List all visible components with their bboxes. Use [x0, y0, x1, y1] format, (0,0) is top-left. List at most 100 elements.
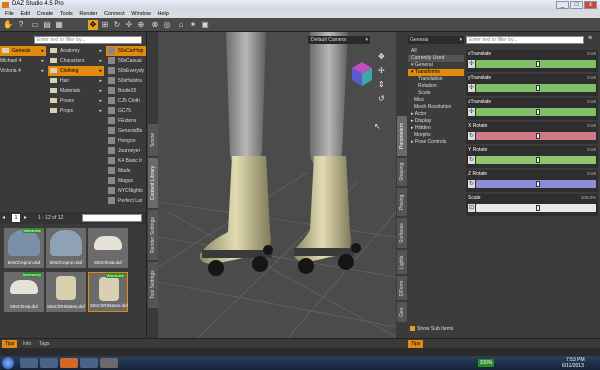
tab-render-settings[interactable]: Render Settings — [148, 210, 158, 260]
group-item[interactable]: Mesh Resolution — [408, 104, 464, 111]
open-icon[interactable]: ▤ — [42, 20, 52, 30]
tab-dform[interactable]: DForm — [397, 276, 407, 300]
rotate-tool-icon[interactable]: ↻ — [112, 20, 122, 30]
hand-tool-icon[interactable]: ✋ — [3, 20, 13, 30]
thumb-1[interactable]: 50sChApron.duf — [46, 228, 86, 268]
list-item[interactable]: Victoria 4 ▸ — [0, 66, 46, 76]
thumb-4[interactable]: 50sChRSkates.duf — [46, 272, 86, 312]
taskbar-explorer-icon[interactable] — [40, 358, 58, 368]
group-item[interactable]: ▸ Hidden — [408, 125, 464, 132]
checkbox-icon[interactable] — [410, 326, 415, 332]
slider-knob[interactable] — [536, 85, 540, 91]
slider-knob[interactable] — [536, 61, 540, 67]
group-item[interactable]: ▾ General — [408, 62, 464, 69]
group-item[interactable]: All — [408, 48, 464, 55]
zoom-indicator[interactable]: 100% — [478, 359, 494, 367]
list-item[interactable]: Characters ▸ — [48, 56, 104, 66]
tab-tips[interactable]: Tips — [2, 340, 18, 348]
taskbar-ie-icon[interactable] — [20, 358, 38, 368]
taskbar-firefox-icon[interactable] — [60, 358, 78, 368]
node-select[interactable]: Genesis ▾ — [408, 36, 464, 44]
group-item[interactable]: Morphs — [408, 132, 464, 139]
slider-knob[interactable] — [536, 133, 540, 139]
taskbar-daz-icon[interactable] — [100, 358, 118, 368]
slider-knob[interactable] — [536, 181, 540, 187]
help-icon[interactable]: ? — [16, 20, 26, 30]
tab-info[interactable]: Info — [20, 340, 34, 348]
tab-parameters[interactable]: Parameters — [397, 116, 407, 156]
zoom-icon[interactable]: ⇕ — [378, 80, 385, 89]
menu-create[interactable]: Create — [37, 10, 54, 18]
slider[interactable] — [476, 84, 596, 92]
save-icon[interactable]: ▦ — [54, 20, 64, 30]
slider[interactable] — [476, 132, 596, 140]
list-item[interactable]: Journeyer — [106, 146, 146, 156]
page-next-icon[interactable]: ▸ — [24, 214, 27, 221]
list-item[interactable]: Hongoo — [106, 136, 146, 146]
list-item[interactable]: Magus — [106, 176, 146, 186]
slider[interactable] — [476, 60, 596, 68]
list-item[interactable]: FExtens — [106, 116, 146, 126]
list-item[interactable]: Made — [106, 166, 146, 176]
menu-render[interactable]: Render — [79, 10, 97, 18]
content-search-input[interactable]: Enter text to filter by... — [34, 36, 142, 44]
camera-select[interactable]: Default Camera ▾ — [308, 36, 370, 44]
list-item[interactable]: Poses ▸ — [48, 96, 104, 106]
maximize-button[interactable]: □ — [570, 1, 583, 9]
group-item[interactable]: ▸ Pose Controls — [408, 139, 464, 146]
group-item[interactable]: Currently Used — [408, 55, 464, 62]
tab-content-library[interactable]: Content Library — [148, 158, 158, 208]
slider[interactable] — [476, 156, 596, 164]
universal-tool-icon[interactable]: ✥ — [88, 20, 98, 30]
tab-surfaces[interactable]: Surfaces — [397, 218, 407, 248]
viewport[interactable]: Default Camera ▾ ✥ ✢ ⇕ ↺ ↖ — [158, 32, 396, 338]
tab-scene[interactable]: Scene — [148, 124, 158, 156]
group-item[interactable]: Rotation — [408, 83, 464, 90]
tab-tool-settings[interactable]: Tool Settings — [148, 262, 158, 308]
group-item[interactable]: ▸ Display — [408, 118, 464, 125]
list-item[interactable]: Michael 4 ▸ — [0, 56, 46, 66]
joint-editor-icon[interactable]: ⊗ — [150, 20, 160, 30]
start-button-icon[interactable] — [2, 357, 14, 369]
list-item[interactable]: Clothing ▸ — [48, 66, 104, 76]
group-item[interactable]: ▾ Transforms — [408, 69, 464, 76]
tab-lights[interactable]: Lights — [397, 250, 407, 274]
taskbar-app-icon[interactable] — [80, 358, 98, 368]
thumb-5[interactable]: 50sChRSkates.duf Wardrobe — [88, 272, 128, 312]
menu-edit[interactable]: Edit — [21, 10, 30, 18]
list-item[interactable]: Bodie25 — [106, 86, 146, 96]
list-item[interactable]: GenesisBs — [106, 126, 146, 136]
group-item[interactable]: Misc — [408, 97, 464, 104]
tab-shaping[interactable]: Shaping — [397, 158, 407, 186]
slider-knob[interactable] — [536, 157, 540, 163]
list-item[interactable]: Props ▸ — [48, 106, 104, 116]
list-item[interactable]: CJ5 Cloth — [106, 96, 146, 106]
render-icon[interactable]: ▣ — [200, 20, 210, 30]
thumb-3[interactable]: 50sChHat.duf Accessory — [4, 272, 44, 312]
show-sub-items[interactable]: Show Sub Items — [410, 326, 453, 332]
list-item[interactable]: 50sEverydy — [106, 66, 146, 76]
parameters-search-input[interactable]: Enter text to filter by... — [466, 36, 584, 44]
pane-menu-icon[interactable]: ≡ — [588, 35, 592, 42]
list-item[interactable]: K4 Basic Ir — [106, 156, 146, 166]
menu-file[interactable]: File — [5, 10, 14, 18]
list-item[interactable]: 50sHalstra — [106, 76, 146, 86]
list-item[interactable]: Perfect Lar — [106, 196, 146, 206]
thumb-2[interactable]: 50sChHat.duf — [88, 228, 128, 268]
slider[interactable] — [476, 108, 596, 116]
spot-render-icon[interactable]: ◎ — [162, 20, 172, 30]
scale-tool-icon[interactable]: ⊕ — [136, 20, 146, 30]
node-select-icon[interactable]: ⊞ — [100, 20, 110, 30]
group-item[interactable]: ▸ Actor — [408, 111, 464, 118]
list-item[interactable]: Hair ▸ — [48, 76, 104, 86]
tab-tips-right[interactable]: Tips — [408, 340, 424, 348]
list-item[interactable]: Anatomy ▸ — [48, 46, 104, 56]
menu-help[interactable]: Help — [158, 10, 169, 18]
thumb-0[interactable]: 50sChApron.duf Wardrobe — [4, 228, 44, 268]
menu-window[interactable]: Window — [131, 10, 151, 18]
orbit-icon[interactable]: ✥ — [378, 52, 385, 61]
list-item[interactable]: 50sCarHop — [106, 46, 146, 56]
menu-connect[interactable]: Connect — [104, 10, 125, 18]
list-item[interactable]: GC75 — [106, 106, 146, 116]
group-item[interactable]: Scale — [408, 90, 464, 97]
